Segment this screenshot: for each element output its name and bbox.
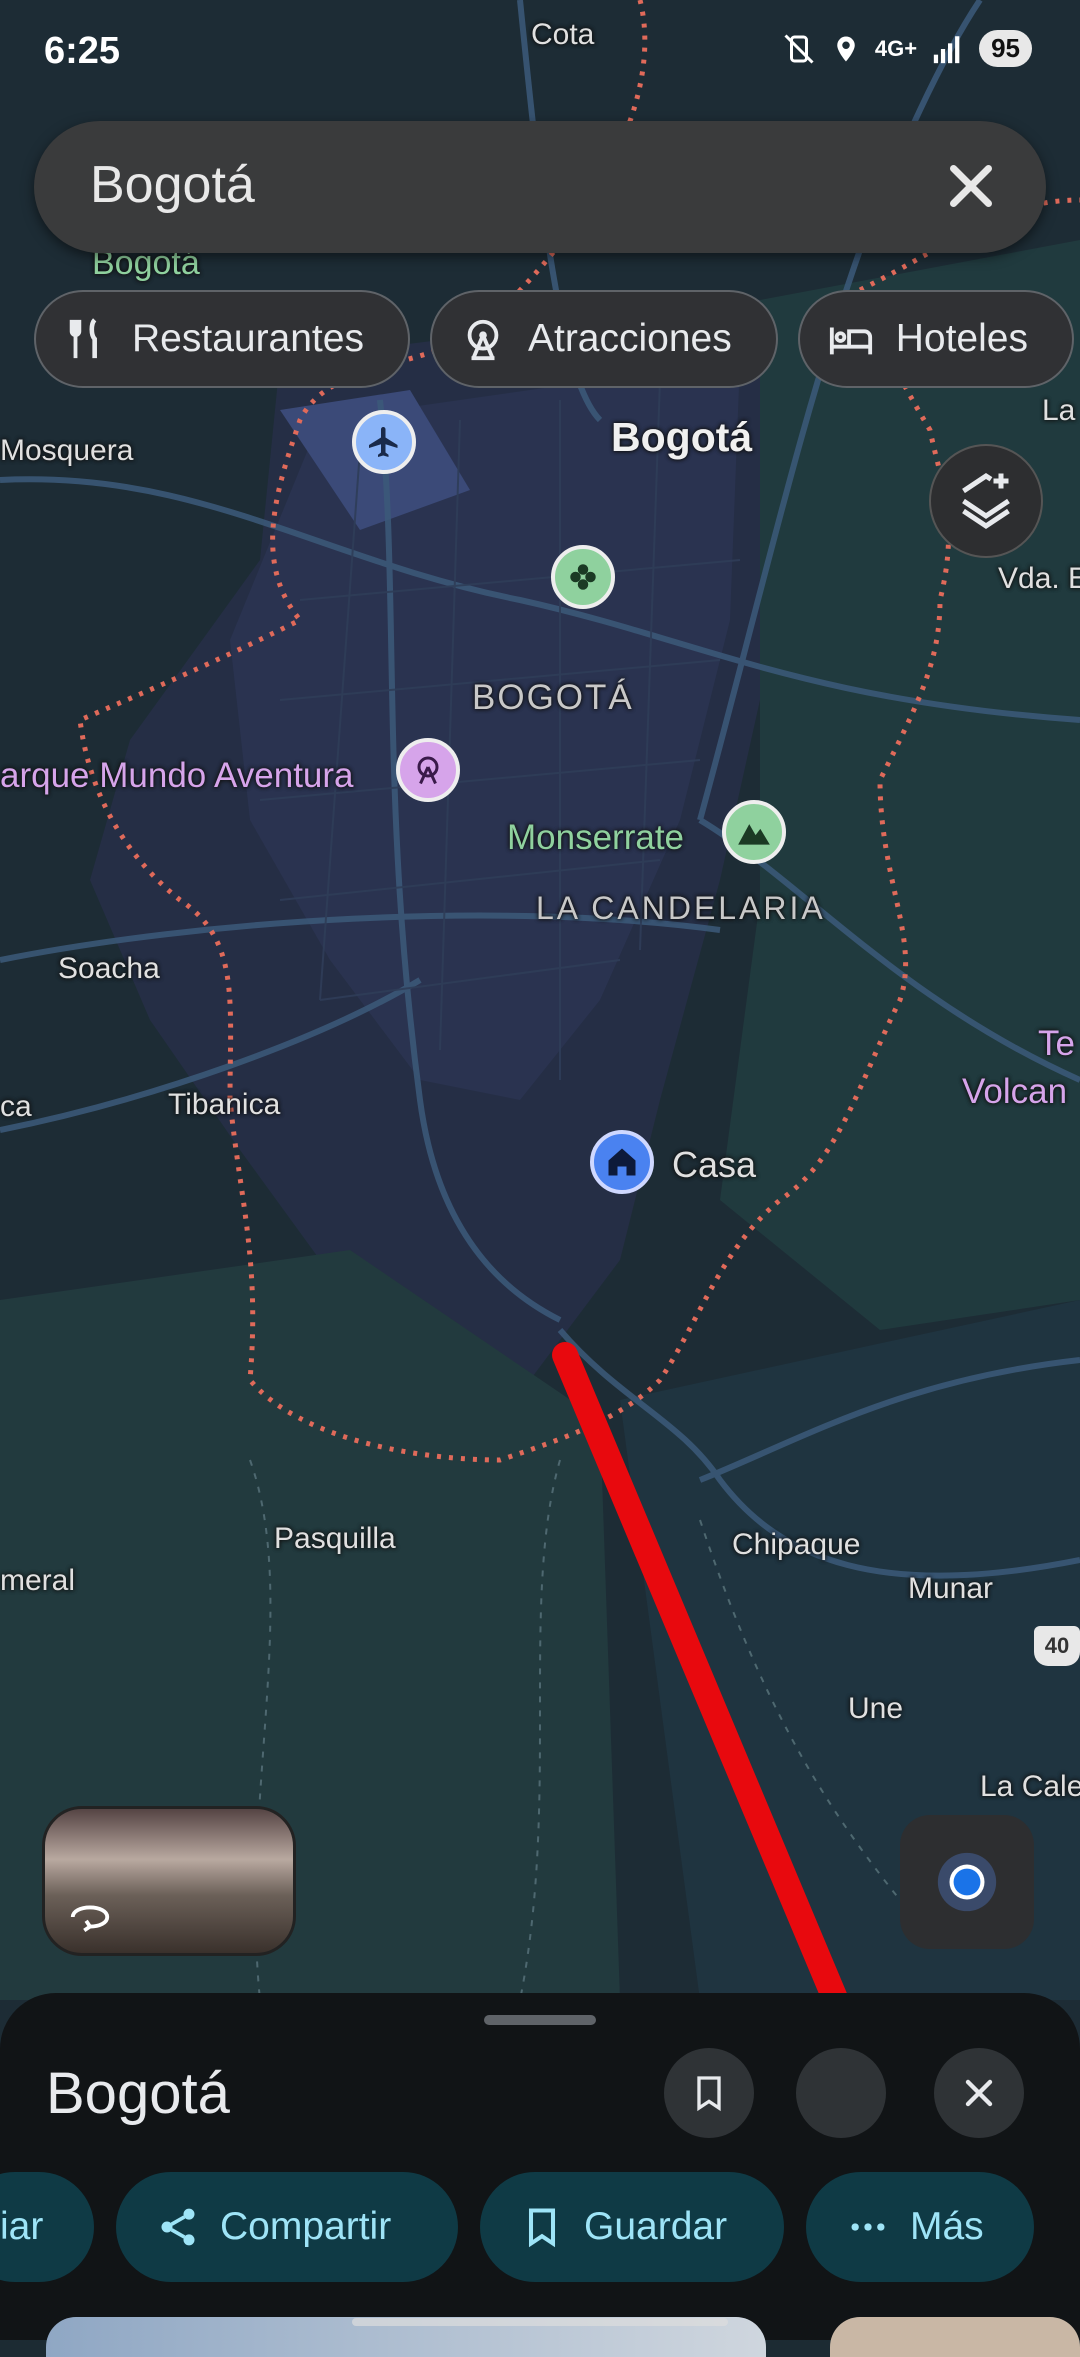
network-type: 4G+: [874, 35, 918, 61]
map-label-la-cale: La Cale: [980, 1770, 1080, 1803]
ferris-wheel-icon: [417, 756, 439, 785]
map-label-candelaria: LA CANDELARIA: [536, 890, 826, 926]
house-icon: [608, 1148, 636, 1176]
ferris-wheel-icon: [467, 319, 499, 361]
more-dots-icon: [851, 2223, 885, 2231]
close-sheet-button[interactable]: [934, 2048, 1024, 2138]
chip-restaurantes[interactable]: Restaurantes: [34, 290, 410, 388]
chip-label: Restaurantes: [132, 317, 364, 360]
chip-atracciones[interactable]: Atracciones: [429, 290, 778, 388]
route-shield: 40: [1034, 1626, 1080, 1666]
action-label: Guardar: [584, 2205, 728, 2248]
clear-search-icon[interactable]: [936, 151, 1006, 221]
map-label-pasquilla: Pasquilla: [274, 1522, 396, 1555]
map-label-te: Te: [1038, 1024, 1075, 1063]
bed-icon: [829, 327, 872, 355]
map-label-ca: ca: [0, 1090, 32, 1123]
map-label-casa[interactable]: Casa: [672, 1144, 756, 1186]
action-label: iar: [0, 2205, 44, 2248]
map-label-mosquera: Mosquera: [0, 434, 134, 467]
map-label-soacha: Soacha: [58, 952, 160, 985]
street-view-thumbnail[interactable]: [42, 1806, 296, 1956]
chip-hoteles[interactable]: Hoteles: [797, 290, 1074, 388]
park-pin[interactable]: [551, 545, 615, 609]
airport-pin[interactable]: [352, 410, 416, 474]
map-label-bogota-district: BOGOTÁ: [472, 678, 634, 717]
amusement-park-pin[interactable]: [396, 738, 460, 802]
map-label-parque[interactable]: arque Mundo Aventura: [0, 756, 354, 796]
place-title: Bogotá: [46, 2061, 230, 2126]
route-number: 40: [1044, 1633, 1070, 1658]
monserrate-pin[interactable]: [722, 800, 786, 864]
place-bottom-sheet[interactable]: [0, 1993, 1080, 2340]
share-button[interactable]: Compartir: [116, 2172, 458, 2282]
sheet-drag-handle[interactable]: [484, 2015, 596, 2025]
search-bar[interactable]: Bogotá: [34, 121, 1046, 253]
rotate-360-icon: [70, 1905, 110, 1933]
layers-button[interactable]: [929, 444, 1043, 558]
flower-icon: [570, 564, 596, 590]
map-label-bogota-city[interactable]: Bogotá: [611, 414, 752, 461]
home-pin[interactable]: [590, 1130, 654, 1194]
map-label-meral: meral: [0, 1564, 76, 1597]
gesture-nav-bar[interactable]: [352, 2318, 728, 2326]
chip-label: Hoteles: [895, 317, 1028, 360]
map-label-chipaque: Chipaque: [732, 1528, 861, 1561]
signal-icon: [933, 35, 960, 63]
bookmark-icon: [528, 2208, 556, 2248]
map-label-une: Une: [848, 1692, 904, 1725]
close-icon: [965, 2079, 993, 2107]
my-location-icon: [937, 1852, 997, 1912]
chip-label: Atracciones: [527, 317, 732, 360]
status-bar: 6:25 4G+ 95: [0, 0, 1080, 110]
map-label-volcan: Volcan: [962, 1072, 1068, 1111]
bookmark-button[interactable]: [664, 2048, 754, 2138]
layers-plus-icon: [962, 473, 1010, 530]
save-button[interactable]: Guardar: [480, 2172, 784, 2282]
map-label-munar: Munar: [908, 1572, 994, 1605]
map-label-vda: Vda. E: [998, 562, 1080, 595]
mute-vibrate-icon: [784, 33, 814, 64]
location-icon: [837, 36, 855, 61]
search-query[interactable]: Bogotá: [90, 155, 255, 215]
mountain-icon: [738, 824, 770, 845]
more-button[interactable]: Más: [806, 2172, 1034, 2282]
map-label-monserrate[interactable]: Monserrate: [507, 818, 684, 858]
airplane-icon: [369, 427, 398, 457]
photo-card-right[interactable]: [830, 2317, 1080, 2357]
action-label: Más: [910, 2205, 984, 2248]
battery-level: 95: [979, 30, 1032, 67]
my-location-button[interactable]: [900, 1815, 1034, 1949]
status-icons: 4G+ 95: [781, 30, 1032, 67]
action-label: Compartir: [220, 2205, 392, 2248]
map-label-tibanica: Tibanica: [168, 1088, 281, 1121]
bookmark-icon: [697, 2076, 721, 2112]
fork-knife-icon: [69, 318, 97, 359]
share-icon-button[interactable]: [796, 2048, 886, 2138]
status-time: 6:25: [44, 30, 121, 72]
map-label-la: La: [1042, 394, 1076, 427]
category-chips: Restaurantes Atracciones Hoteles: [34, 290, 1074, 388]
share-icon: [161, 2208, 195, 2246]
